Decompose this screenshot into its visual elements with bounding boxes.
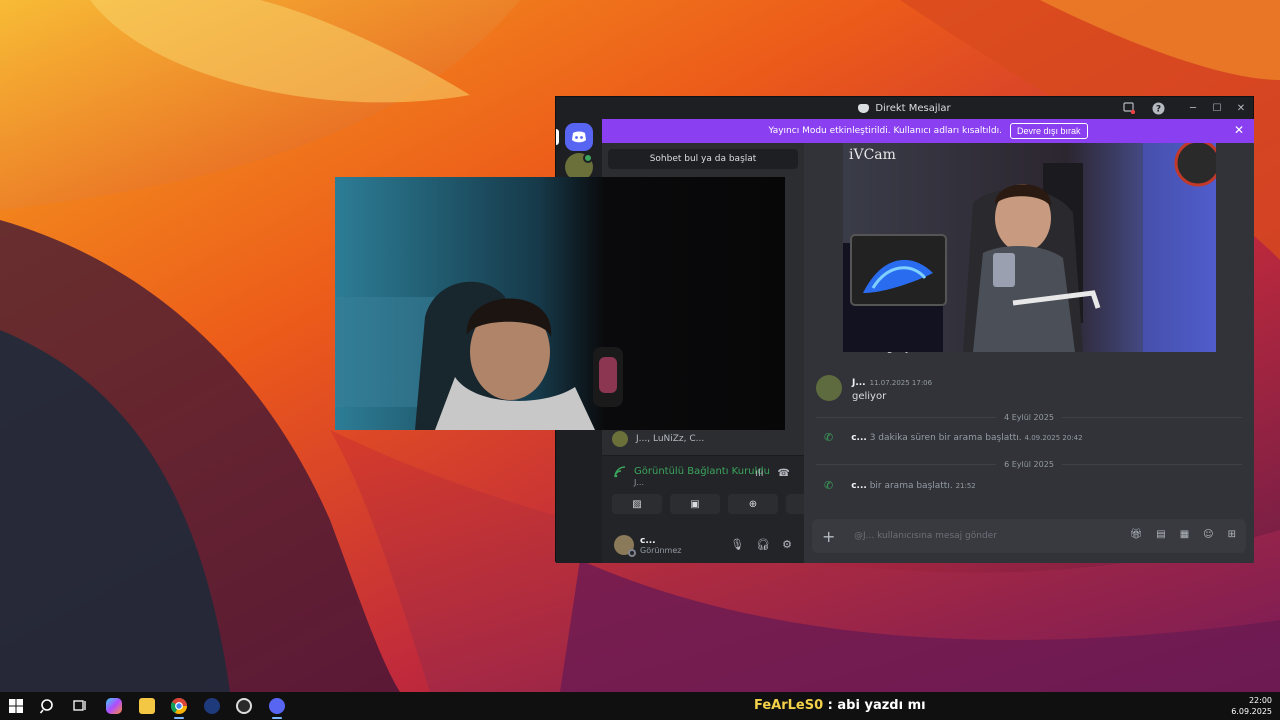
- stream-chat-caption: FeArLeS0 : abi yazdı mı: [754, 698, 926, 713]
- clock-date: 6.09.2025: [1231, 707, 1272, 716]
- add-attachment-icon[interactable]: +: [822, 527, 846, 546]
- inbox-icon[interactable]: [1122, 101, 1136, 115]
- call-text: 3 dakika süren bir arama başlattı.: [869, 432, 1022, 443]
- notification-badge: [583, 153, 593, 163]
- obs-app[interactable]: [236, 698, 252, 714]
- file-explorer-app[interactable]: [139, 698, 155, 714]
- caption-text: : abi yazdı mı: [823, 698, 926, 713]
- dm-list-item[interactable]: J..., LuNiZz, C...: [612, 431, 704, 447]
- task-view-icon: [73, 700, 86, 711]
- user-bar: c... Görünmez 🎙︎ 🎧︎ ⚙: [602, 526, 804, 564]
- date-divider: 6 Eylül 2025: [816, 460, 1242, 469]
- chrome-app[interactable]: [170, 698, 187, 714]
- microphone-icon[interactable]: 🎙︎: [730, 538, 744, 551]
- camera-off-icon: ▨: [632, 498, 642, 510]
- minimize-icon[interactable]: ─: [1181, 103, 1205, 114]
- message: J... 11.07.2025 17:06 geliyor: [816, 375, 932, 402]
- ivcam-overlay-label: iVCam: [849, 147, 896, 163]
- voice-panel: Görüntülü Bağlantı Kuruldu J... ılı ☎ ▨ …: [602, 455, 836, 564]
- headphones-icon[interactable]: 🎧︎: [756, 538, 770, 551]
- screen-share-icon: ▣: [690, 498, 700, 510]
- activity-button[interactable]: ⊕: [728, 494, 778, 514]
- search-button[interactable]: [39, 698, 56, 714]
- search-icon: [39, 699, 53, 714]
- copilot-app[interactable]: [106, 698, 122, 714]
- user-avatar[interactable]: [614, 535, 636, 557]
- call-time: 4.09.2025 20:42: [1024, 433, 1083, 442]
- call-author[interactable]: c...: [851, 481, 867, 491]
- window-titlebar[interactable]: Direkt Mesajlar ? ─ ☐ ✕: [556, 97, 1253, 119]
- voice-channel: J...: [634, 478, 644, 487]
- user-status: Görünmez: [640, 545, 682, 555]
- emoji-icon[interactable]: ☺: [1203, 529, 1213, 540]
- disconnect-icon[interactable]: ☎: [778, 468, 790, 479]
- gift-icon[interactable]: 🎁︎: [1130, 529, 1143, 540]
- message-composer[interactable]: + @J... kullanıcısına mesaj gönder 🎁︎ ▤ …: [812, 519, 1246, 553]
- message-input[interactable]: @J... kullanıcısına mesaj gönder: [854, 531, 997, 541]
- svg-text:?: ?: [1155, 104, 1160, 114]
- home-button[interactable]: [565, 123, 593, 151]
- selected-indicator: [556, 129, 559, 145]
- message-text: geliyor: [852, 391, 887, 402]
- discord-logo-icon: [858, 103, 870, 113]
- caption-nick: FeArLeS0: [754, 698, 824, 713]
- webcam-feed-left: [335, 177, 785, 430]
- clock-time: 22:00: [1248, 696, 1272, 705]
- dm-item-label: J..., LuNiZz, C...: [636, 434, 705, 444]
- call-message: ✆ c... bir arama başlattı. 21:52: [824, 479, 976, 492]
- discord-logo-icon: [572, 131, 586, 143]
- phone-icon: ✆: [824, 431, 834, 444]
- apps-icon[interactable]: ⊞: [1228, 529, 1236, 540]
- chrome-icon: [170, 698, 187, 714]
- call-text: bir arama başlattı.: [869, 480, 953, 491]
- message-author[interactable]: J...: [852, 378, 866, 388]
- call-message: ✆ c... 3 dakika süren bir arama başlattı…: [824, 431, 1083, 444]
- discord-app[interactable]: [269, 698, 285, 714]
- streamer-mode-banner: Yayıncı Modu etkinleştirildi. Kullanıcı …: [602, 119, 1254, 143]
- disable-streamer-mode-button[interactable]: Devre dışı bırak: [1010, 123, 1088, 139]
- close-banner-icon[interactable]: ✕: [1234, 123, 1244, 137]
- gif-icon[interactable]: ▤: [1156, 529, 1165, 540]
- camera-off-button[interactable]: ▨: [612, 494, 662, 514]
- close-window-icon[interactable]: ✕: [1229, 103, 1253, 114]
- call-author[interactable]: c...: [851, 433, 867, 443]
- invisible-status-dot: [628, 549, 636, 557]
- gear-icon[interactable]: ⚙: [782, 538, 792, 551]
- message-avatar[interactable]: [816, 375, 842, 401]
- find-conversation-button[interactable]: Sohbet bul ya da başlat: [608, 149, 798, 169]
- task-view-button[interactable]: [72, 698, 88, 714]
- sticker-icon[interactable]: ▦: [1180, 529, 1189, 540]
- maximize-icon[interactable]: ☐: [1205, 103, 1229, 114]
- gamepad-icon: ⊕: [748, 498, 758, 510]
- phone-icon: ✆: [824, 479, 834, 492]
- connection-signal-icon: [614, 466, 626, 478]
- active-app-indicator: [272, 717, 282, 719]
- app-icon-w[interactable]: [204, 698, 220, 714]
- streamer-mode-message: Yayıncı Modu etkinleştirildi. Kullanıcı …: [768, 126, 1003, 136]
- screen-share-button[interactable]: ▣: [670, 494, 720, 514]
- group-avatar: [612, 431, 628, 447]
- call-time: 21:52: [955, 481, 976, 490]
- start-button[interactable]: [9, 698, 25, 714]
- voice-status[interactable]: Görüntülü Bağlantı Kuruldu: [634, 466, 770, 477]
- webcam-feed-right: iVCam: [843, 143, 1216, 352]
- user-name: c...: [640, 535, 656, 546]
- noise-suppression-icon[interactable]: ılı: [755, 468, 763, 479]
- windows-logo-icon: [9, 699, 23, 713]
- system-clock[interactable]: 22:00 6.09.2025: [1231, 695, 1272, 717]
- message-time: 11.07.2025 17:06: [869, 379, 933, 387]
- active-app-indicator: [174, 717, 184, 719]
- taskbar: [0, 692, 1280, 720]
- window-title: Direkt Mesajlar: [875, 102, 951, 114]
- help-icon[interactable]: ?: [1151, 101, 1165, 115]
- date-divider: 4 Eylül 2025: [816, 413, 1242, 422]
